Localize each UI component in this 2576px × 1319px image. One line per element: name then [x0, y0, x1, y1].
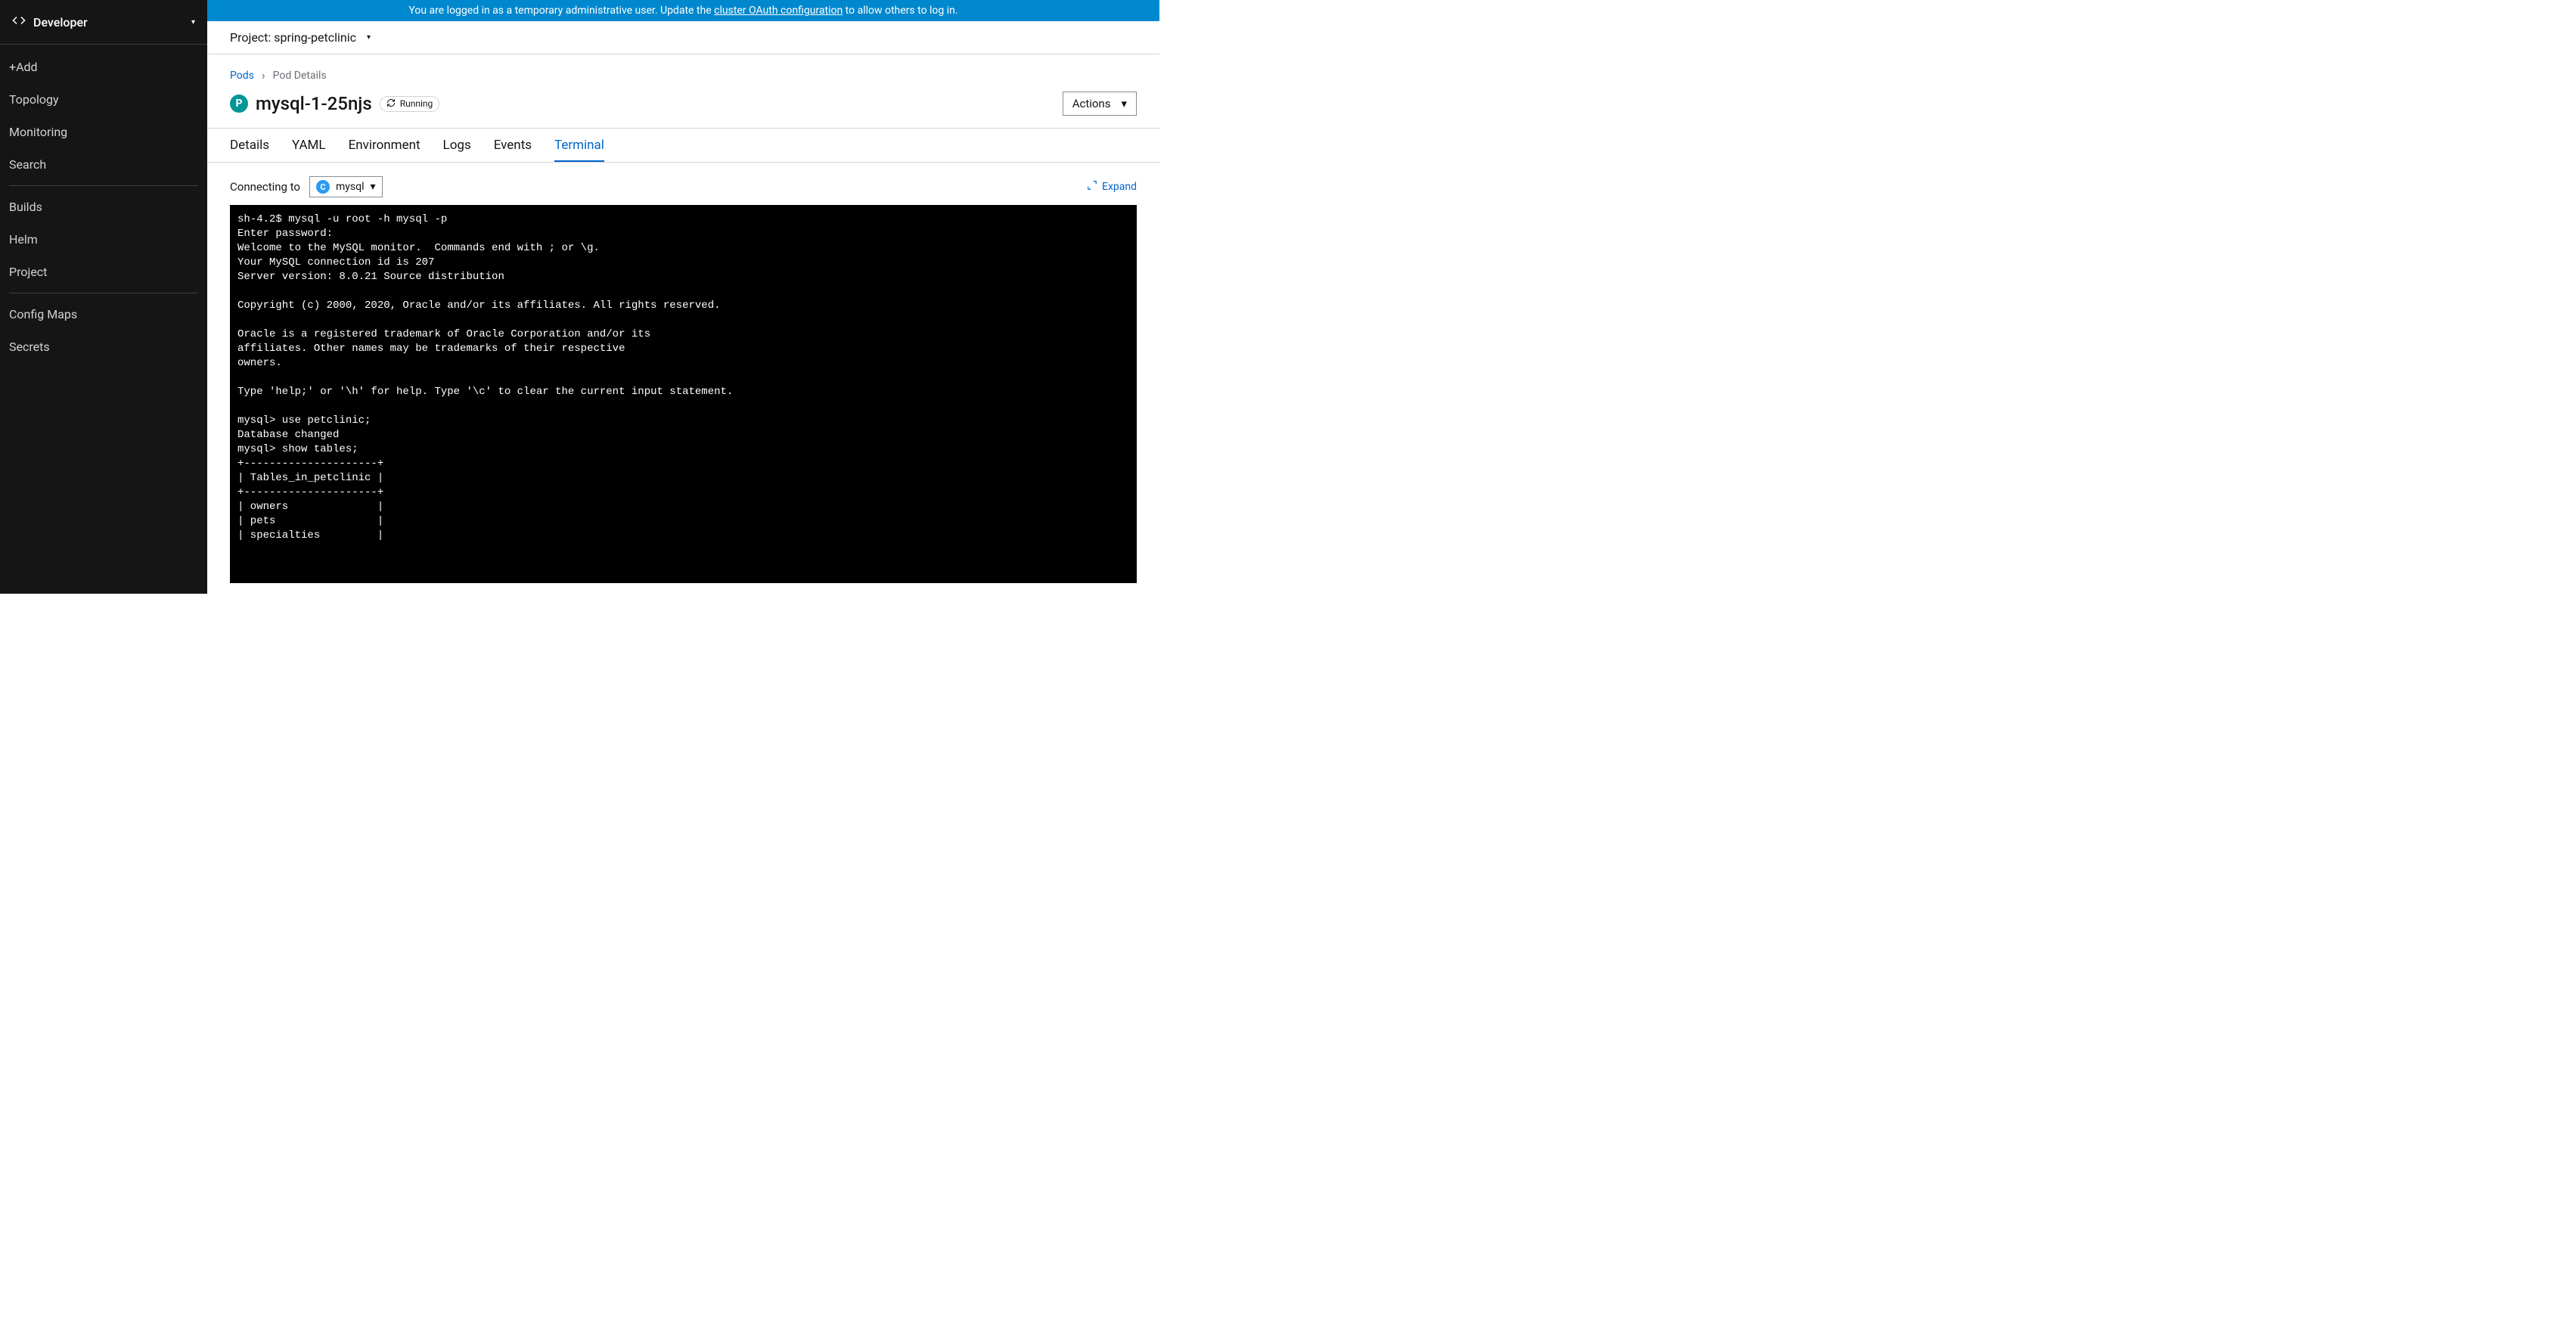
breadcrumb-root[interactable]: Pods — [230, 70, 254, 82]
project-label: Project: spring-petclinic — [230, 30, 356, 45]
tab-yaml[interactable]: YAML — [292, 129, 326, 162]
terminal-output[interactable]: sh-4.2$ mysql -u root -h mysql -p Enter … — [230, 205, 1137, 583]
expand-button[interactable]: Expand — [1087, 180, 1137, 194]
tabs: Details YAML Environment Logs Events Terminal — [207, 128, 1159, 163]
main: You are logged in as a temporary adminis… — [207, 0, 1159, 594]
chevron-right-icon — [262, 68, 265, 82]
sidebar-item-monitoring[interactable]: Monitoring — [0, 116, 207, 148]
perspective-label: Developer — [33, 15, 88, 29]
tab-details[interactable]: Details — [230, 129, 269, 162]
sidebar-item-project[interactable]: Project — [0, 256, 207, 288]
breadcrumb: Pods Pod Details — [207, 54, 1159, 88]
chevron-down-icon — [367, 33, 371, 42]
breadcrumb-current: Pod Details — [273, 70, 327, 82]
sync-icon — [386, 98, 396, 110]
actions-label: Actions — [1072, 97, 1111, 110]
tab-terminal[interactable]: Terminal — [554, 129, 604, 162]
status-text: Running — [400, 98, 433, 109]
page-title: mysql-1-25njs — [256, 93, 372, 114]
sidebar-item-topology[interactable]: Topology — [0, 83, 207, 116]
code-icon — [12, 14, 26, 30]
sidebar-item-secrets[interactable]: Secrets — [0, 331, 207, 363]
project-selector[interactable]: Project: spring-petclinic — [207, 21, 1159, 54]
banner-text-post: to allow others to log in. — [843, 5, 957, 17]
tab-logs[interactable]: Logs — [443, 129, 471, 162]
perspective-switcher[interactable]: Developer — [0, 0, 207, 45]
actions-button[interactable]: Actions — [1063, 92, 1137, 116]
expand-icon — [1087, 180, 1097, 194]
chevron-down-icon — [191, 18, 195, 26]
status-badge: Running — [380, 96, 440, 112]
connecting-label: Connecting to — [230, 180, 300, 194]
container-badge: C — [316, 180, 330, 194]
nav-divider — [9, 185, 198, 186]
sidebar-item-search[interactable]: Search — [0, 148, 207, 181]
admin-banner: You are logged in as a temporary adminis… — [207, 0, 1159, 21]
banner-text-pre: You are logged in as a temporary adminis… — [408, 5, 714, 17]
chevron-down-icon — [1121, 97, 1127, 110]
sidebar-item-builds[interactable]: Builds — [0, 191, 207, 223]
sidebar-item--add[interactable]: +Add — [0, 51, 207, 83]
container-selector[interactable]: C mysql — [309, 176, 383, 197]
pod-resource-badge: P — [230, 95, 248, 113]
expand-label: Expand — [1102, 181, 1137, 193]
tab-events[interactable]: Events — [494, 129, 532, 162]
sidebar-item-helm[interactable]: Helm — [0, 223, 207, 256]
banner-link[interactable]: cluster OAuth configuration — [714, 5, 843, 17]
container-name: mysql — [336, 181, 365, 193]
tab-environment[interactable]: Environment — [349, 129, 421, 162]
sidebar-item-config-maps[interactable]: Config Maps — [0, 298, 207, 331]
nav-list: +AddTopologyMonitoringSearch BuildsHelmPr… — [0, 45, 207, 363]
sidebar: Developer +AddTopologyMonitoringSearch Bu… — [0, 0, 207, 594]
chevron-down-icon — [371, 181, 376, 193]
